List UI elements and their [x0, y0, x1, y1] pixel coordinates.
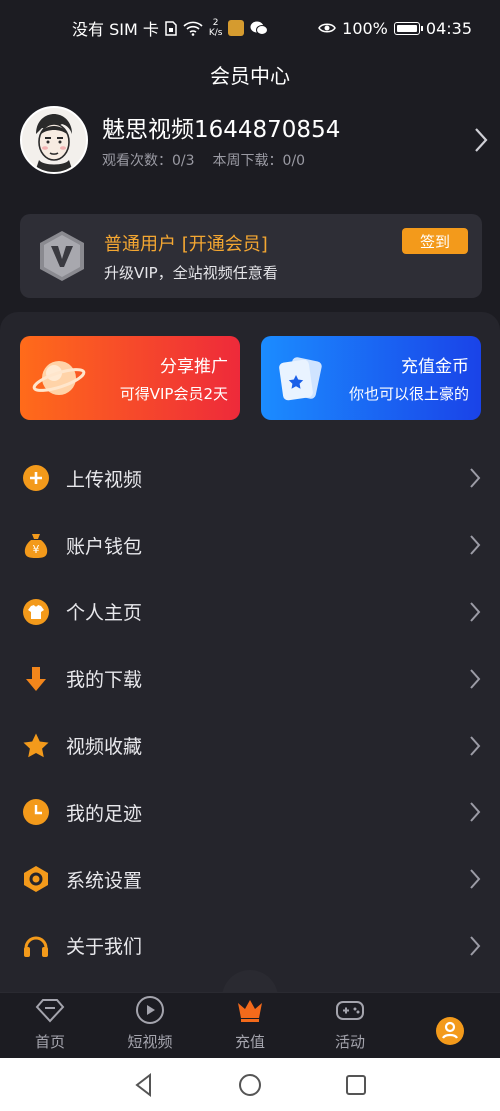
carrier-text: 没有 SIM 卡	[72, 20, 159, 39]
vip-card[interactable]: 普通用户 [开通会员] 升级VIP，全站视频任意看 签到	[20, 214, 482, 298]
wechat-icon	[250, 21, 269, 35]
share-promo-text: 分享推广 可得VIP会员2天	[86, 352, 228, 404]
speed-value: 2	[212, 18, 219, 28]
nav-item-recharge[interactable]: 充值	[200, 993, 300, 1058]
diamond-icon	[35, 999, 65, 1023]
vip-subtitle: 升级VIP，全站视频任意看	[104, 263, 278, 282]
status-bar: 没有 SIM 卡 2 K/s 100% 04:35	[0, 0, 500, 56]
app-notification-icon	[228, 20, 245, 36]
plus-circle-icon	[23, 465, 49, 492]
share-promo-subtitle: 可得VIP会员2天	[119, 385, 228, 403]
menu-item-wallet[interactable]: ¥ 账户钱包	[0, 512, 500, 579]
chevron-right-icon	[470, 802, 481, 823]
profile-stats: 观看次数：0/3 本周下载：0/0	[102, 150, 472, 170]
nav-item-profile[interactable]	[400, 993, 500, 1058]
battery-icon	[393, 21, 423, 35]
chevron-right-icon	[470, 602, 481, 622]
share-promo-card[interactable]: 分享推广 可得VIP会员2天	[20, 336, 240, 420]
coin-card-icon	[279, 357, 322, 401]
menu-item-upload-video[interactable]: 上传视频	[0, 445, 500, 512]
recharge-promo-text: 充值金币 你也可以很土豪的	[327, 352, 469, 404]
crown-icon	[238, 1000, 262, 1022]
menu-label: 上传视频	[66, 468, 143, 491]
chevron-right-icon	[470, 936, 481, 956]
nav-label: 充值	[234, 1033, 265, 1051]
money-bag-icon: ¥	[24, 534, 48, 559]
menu-label: 视频收藏	[66, 736, 143, 759]
shirt-icon	[23, 598, 49, 625]
recents-square-icon[interactable]	[343, 1072, 369, 1098]
chevron-right-icon[interactable]	[472, 126, 490, 154]
status-right: 100% 04:35	[318, 19, 472, 38]
profile-name: 魅思视频1644870854	[102, 117, 341, 143]
star-icon	[23, 733, 49, 757]
nav-label: 短视频	[127, 1033, 173, 1051]
home-circle-icon[interactable]	[237, 1072, 263, 1098]
battery-percent: 100%	[342, 18, 388, 38]
recharge-promo-subtitle: 你也可以很土豪的	[348, 385, 469, 403]
wifi-icon	[183, 21, 203, 36]
chevron-right-icon	[470, 669, 481, 689]
sim-icon	[165, 20, 177, 36]
nav-item-short-video[interactable]: 短视频	[100, 993, 200, 1058]
menu-item-favorites[interactable]: 视频收藏	[0, 712, 500, 779]
menu-label: 系统设置	[66, 869, 143, 892]
menu-item-profile-page[interactable]: 个人主页	[0, 579, 500, 646]
main-panel: 分享推广 可得VIP会员2天 充值金币 你也可以很土豪的 上传视频 ¥ 账户钱包…	[0, 312, 500, 992]
svg-text:¥: ¥	[33, 543, 40, 556]
page-title: 会员中心	[210, 64, 290, 88]
play-icon	[136, 996, 164, 1024]
profile-text: 魅思视频1644870854 观看次数：0/3 本周下载：0/0	[102, 110, 472, 170]
avatar[interactable]	[20, 106, 88, 174]
menu-item-history[interactable]: 我的足迹	[0, 779, 500, 846]
menu-item-downloads[interactable]: 我的下载	[0, 645, 500, 712]
chevron-right-icon	[470, 468, 481, 489]
planet-icon	[32, 361, 86, 395]
chevron-right-icon	[470, 869, 481, 889]
menu-label: 个人主页	[66, 602, 143, 625]
download-count: 本周下载：0/0	[212, 153, 306, 169]
menu-label: 账户钱包	[66, 535, 143, 558]
bottom-nav: 首页 短视频 充值 活动	[0, 992, 500, 1058]
download-arrow-icon	[26, 666, 46, 691]
user-icon	[436, 1017, 464, 1045]
speed-unit: K/s	[208, 28, 223, 38]
hexagon-settings-icon	[24, 866, 48, 893]
gamepad-icon	[336, 1001, 364, 1020]
clock-icon	[23, 799, 49, 826]
avatar-face-icon	[35, 114, 73, 172]
nav-item-activity[interactable]: 活动	[300, 993, 400, 1058]
recharge-promo-title: 充值金币	[401, 357, 469, 377]
chevron-right-icon	[470, 735, 481, 756]
nav-label: 活动	[334, 1033, 365, 1051]
view-count: 观看次数：0/3	[102, 153, 195, 169]
chevron-right-icon	[470, 535, 481, 555]
menu-list: 上传视频 ¥ 账户钱包 个人主页 我的下载 视频收藏 我的足迹 系统设置 关于我…	[0, 445, 500, 979]
nav-item-home[interactable]: 首页	[0, 993, 100, 1058]
menu-item-settings[interactable]: 系统设置	[0, 846, 500, 913]
network-speed: 2 K/s	[209, 18, 223, 38]
sign-in-button[interactable]: 签到	[402, 228, 468, 254]
back-triangle-icon[interactable]	[131, 1072, 157, 1098]
nav-label: 首页	[34, 1033, 65, 1051]
eye-icon	[318, 23, 337, 33]
headset-icon	[24, 936, 48, 957]
menu-label: 我的足迹	[66, 802, 143, 825]
system-nav-bar	[0, 1058, 500, 1111]
clock-time: 04:35	[425, 18, 472, 38]
status-left: 没有 SIM 卡 2 K/s	[72, 16, 269, 40]
recharge-promo-card[interactable]: 充值金币 你也可以很土豪的	[261, 336, 481, 420]
share-promo-title: 分享推广	[160, 357, 228, 377]
menu-label: 我的下载	[66, 669, 143, 692]
profile-row[interactable]: 魅思视频1644870854 观看次数：0/3 本周下载：0/0	[20, 104, 490, 176]
vip-hexagon-icon	[40, 231, 84, 281]
menu-label: 关于我们	[66, 936, 143, 959]
